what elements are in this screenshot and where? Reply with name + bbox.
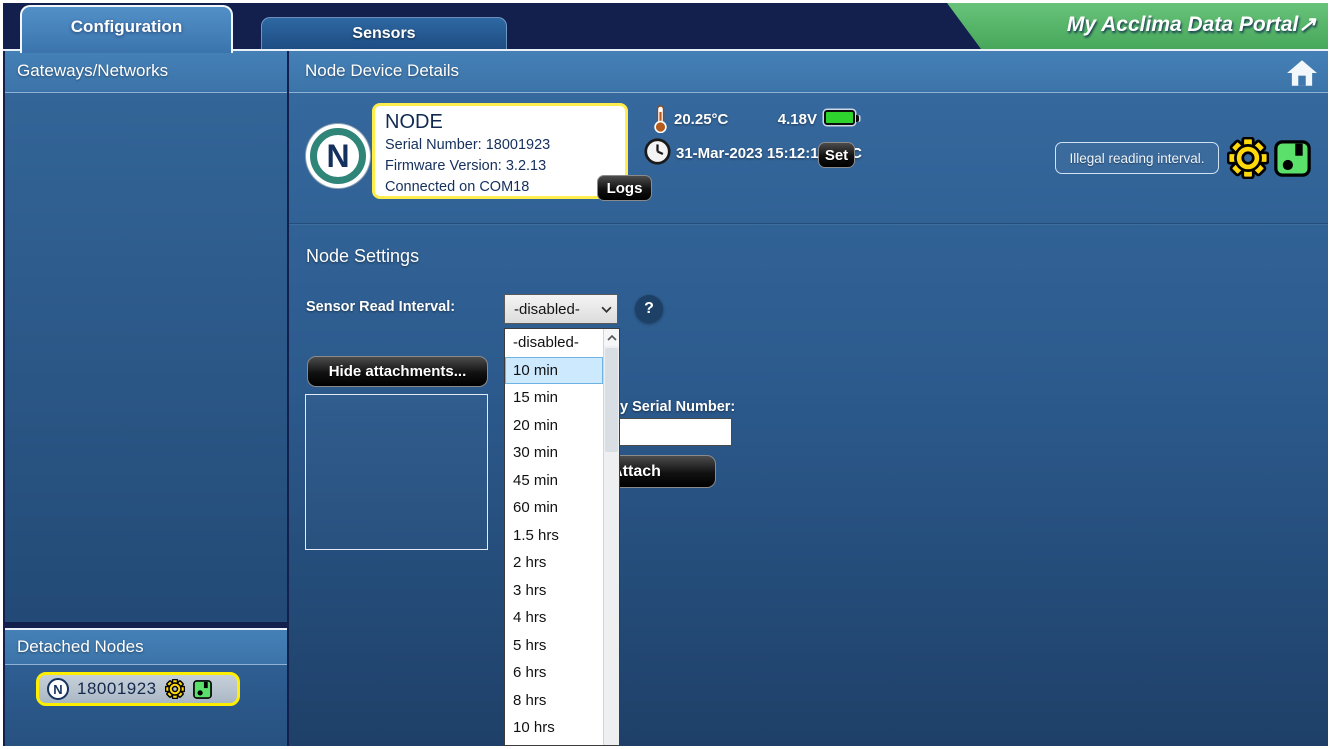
clock-icon — [644, 138, 671, 165]
interval-dropdown-list: -disabled-10 min15 min20 min30 min45 min… — [504, 328, 620, 746]
interval-option[interactable]: 60 min — [505, 494, 603, 522]
help-question-mark: ? — [644, 300, 654, 318]
tab-configuration-label: Configuration — [71, 17, 182, 36]
detached-nodes-header: Detached Nodes — [5, 628, 287, 665]
hide-attachments-button[interactable]: Hide attachments... — [307, 356, 488, 387]
interval-option[interactable]: 10 min — [505, 357, 603, 385]
tab-sensors[interactable]: Sensors — [261, 17, 507, 51]
node-logo-icon: N — [47, 678, 69, 700]
hide-attachments-label: Hide attachments... — [329, 363, 467, 380]
device-connection: Connected on COM18 — [385, 177, 615, 198]
device-name: NODE — [385, 110, 615, 135]
section-divider — [289, 223, 1328, 224]
portal-link[interactable]: My Acclima Data Portal↗ — [947, 3, 1328, 49]
detached-node-serial: 18001923 — [77, 679, 157, 699]
gateways-networks-header: Gateways/Networks — [5, 49, 287, 93]
sensor-read-interval-label: Sensor Read Interval: — [306, 299, 455, 315]
external-link-icon: ↗ — [1298, 13, 1316, 36]
status-message-text: Illegal reading interval. — [1069, 151, 1204, 166]
tab-sensors-label: Sensors — [352, 25, 415, 42]
node-info-box: NODE Serial Number: 18001923 Firmware Ve… — [372, 103, 628, 199]
node-save-floppy-icon[interactable] — [193, 680, 212, 699]
sensor-read-interval-select[interactable]: -disabled- — [504, 294, 618, 324]
node-settings-gear-icon[interactable] — [165, 679, 185, 699]
interval-option[interactable]: 1.5 hrs — [505, 522, 603, 550]
interval-help-button[interactable]: ? — [635, 295, 663, 323]
detached-node-item[interactable]: N 18001923 — [36, 672, 240, 706]
device-serial: Serial Number: 18001923 — [385, 135, 615, 156]
status-message: Illegal reading interval. — [1055, 142, 1219, 174]
set-time-button[interactable]: Set — [818, 142, 855, 168]
node-logo-letter: N — [326, 138, 349, 175]
node-settings-heading: Node Settings — [306, 246, 419, 267]
interval-option[interactable]: 5 hrs — [505, 632, 603, 660]
logs-button-label: Logs — [607, 180, 643, 197]
device-save-floppy-icon[interactable] — [1274, 140, 1311, 177]
interval-selected-value: -disabled- — [514, 301, 580, 318]
thermometer-icon — [652, 105, 669, 133]
app-window: My Acclima Data Portal↗ Configuration Se… — [3, 3, 1328, 746]
interval-option[interactable]: 8 hrs — [505, 687, 603, 715]
interval-option[interactable]: 4 hrs — [505, 604, 603, 632]
device-settings-gear-icon[interactable] — [1227, 137, 1269, 179]
tab-configuration[interactable]: Configuration — [20, 5, 233, 53]
interval-option[interactable]: 10 hrs — [505, 714, 603, 742]
node-logo-icon-large: N — [306, 124, 370, 188]
gateways-networks-title: Gateways/Networks — [17, 61, 168, 80]
interval-option[interactable]: 2 hrs — [505, 549, 603, 577]
gateways-networks-list[interactable] — [5, 93, 287, 622]
interval-option[interactable]: -disabled- — [505, 329, 603, 357]
dropdown-scrollbar-thumb[interactable] — [605, 348, 618, 452]
device-firmware: Firmware Version: 3.2.13 — [385, 156, 615, 177]
interval-option[interactable]: 30 min — [505, 439, 603, 467]
interval-option[interactable]: 15 min — [505, 384, 603, 412]
set-time-button-label: Set — [825, 147, 848, 164]
detached-nodes-title: Detached Nodes — [17, 637, 144, 656]
interval-option[interactable]: 20 min — [505, 412, 603, 440]
dropdown-scrollbar[interactable] — [603, 329, 619, 745]
node-device-details-header: Node Device Details — [289, 49, 1328, 93]
main-body: N NODE Serial Number: 18001923 Firmware … — [289, 93, 1328, 746]
interval-option[interactable]: 6 hrs — [505, 659, 603, 687]
interval-option[interactable]: 45 min — [505, 467, 603, 495]
home-icon[interactable] — [1286, 57, 1318, 89]
chevron-down-icon — [601, 306, 612, 313]
detached-nodes-list: N 18001923 — [5, 665, 287, 746]
temperature-reading: 20.25°C — [674, 111, 728, 128]
attachments-list-box[interactable] — [305, 394, 488, 550]
node-device-details-title: Node Device Details — [305, 61, 459, 80]
portal-link-label: My Acclima Data Portal — [1067, 13, 1298, 36]
interval-option[interactable]: 3 hrs — [505, 577, 603, 605]
battery-icon — [824, 110, 855, 125]
voltage-reading: 4.18V — [759, 111, 817, 128]
scroll-up-arrow-icon[interactable] — [604, 329, 619, 346]
attach-serial-number-label: y Serial Number: — [620, 399, 735, 415]
interval-dropdown-options: -disabled-10 min15 min20 min30 min45 min… — [505, 329, 603, 745]
logs-button[interactable]: Logs — [597, 175, 652, 201]
